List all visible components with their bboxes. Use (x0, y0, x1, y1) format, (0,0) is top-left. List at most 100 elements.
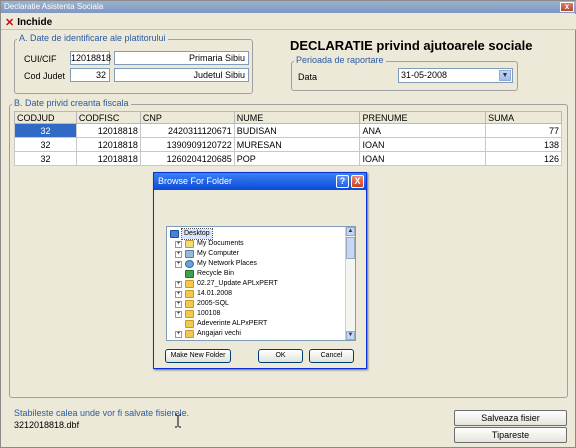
cell-suma[interactable]: 77 (485, 123, 562, 138)
cell-suma[interactable]: 126 (485, 151, 562, 166)
save-path-hint: Stabileste calea unde vor fi salvate fis… (14, 408, 190, 418)
network-icon (185, 260, 194, 268)
expand-icon[interactable]: + (175, 280, 182, 288)
column-header-prenume[interactable]: PRENUME (359, 111, 487, 124)
tree-scrollbar[interactable]: ▲ ▼ (345, 227, 355, 340)
cui-field[interactable]: 12018818 (70, 51, 111, 65)
fiscal-data-legend: B. Date privid creanta fiscala (12, 98, 131, 108)
expand-icon[interactable]: + (175, 250, 182, 258)
payer-identification-legend: A. Date de identificare ale platitorului (17, 33, 168, 43)
expand-icon[interactable]: + (175, 240, 182, 248)
browse-for-folder-dialog: Browse For Folder ? X ▲ ▼ Desktop + My Doc… (153, 172, 367, 369)
close-icon: ✕ (5, 17, 15, 29)
folder-tree-item-label: My Computer (197, 250, 240, 257)
print-button[interactable]: Tipareste (454, 427, 567, 443)
dialog-title: Browse For Folder (158, 176, 233, 186)
cui-name-field[interactable]: Primaria Sibiu (114, 51, 249, 65)
folder-tree[interactable]: ▲ ▼ Desktop + My Documents + My Computer + My … (166, 226, 356, 341)
expand-icon[interactable]: + (175, 310, 182, 318)
cell-prenume[interactable]: IOAN (359, 137, 487, 152)
cell-suma[interactable]: 138 (485, 137, 562, 152)
judet-label: Cod Judet (24, 71, 66, 81)
date-select[interactable]: 31-05-2008 ▼ (398, 68, 513, 83)
folder-tree-item[interactable]: Adeverinte ALPxPERT (175, 319, 267, 329)
folder-tree-item[interactable]: +100108 (175, 309, 220, 319)
date-value: 31-05-2008 (401, 70, 448, 80)
folder-tree-item[interactable]: Recycle Bin (175, 269, 234, 279)
expand-icon[interactable]: + (175, 330, 182, 338)
computer-icon (185, 250, 194, 258)
close-command[interactable]: ✕ Inchide (5, 16, 52, 29)
column-header-codjud[interactable]: CODJUD (14, 111, 77, 124)
expand-icon[interactable]: + (175, 290, 182, 298)
table-row[interactable]: 32 12018818 1390909120722 MURESAN IOAN 1… (14, 137, 562, 152)
folder-tree-item[interactable]: +14.01.2008 (175, 289, 232, 299)
cancel-button[interactable]: Cancel (309, 349, 354, 363)
column-header-codfisc[interactable]: CODFISC (75, 111, 141, 124)
cui-label: CUI/CIF (24, 54, 57, 64)
scroll-thumb[interactable] (346, 237, 355, 259)
folder-tree-item-label: My Network Places (197, 260, 257, 267)
judet-name-field[interactable]: Judetul Sibiu (114, 68, 249, 82)
folder-tree-item-label: Desktop (181, 228, 213, 240)
cell-codjud[interactable]: 32 (14, 151, 77, 166)
folder-tree-item-label: My Documents (197, 240, 244, 247)
save-file-button[interactable]: Salveaza fisier (454, 410, 567, 426)
judet-code-field[interactable]: 32 (70, 68, 110, 82)
cell-nume[interactable]: BUDISAN (233, 123, 361, 138)
make-new-folder-button[interactable]: Make New Folder (165, 349, 231, 363)
folder-tree-item-label: Angajari vechi (197, 330, 241, 337)
fiscal-data-table: CODJUD CODFISC CNP NUME PRENUME SUMA 32 … (14, 111, 562, 166)
main-window: Declaratie Asistenta Sociala x ✕ Inchide… (0, 0, 576, 448)
table-row[interactable]: 32 12018818 1260204120685 POP IOAN 126 (14, 151, 562, 166)
cell-codfisc[interactable]: 12018818 (75, 137, 141, 152)
folder-tree-item[interactable]: +02.27_Update APLxPERT (175, 279, 278, 289)
folder-tree-item[interactable]: + My Documents (175, 239, 244, 249)
scroll-down-icon[interactable]: ▼ (346, 331, 355, 340)
output-filename: 3212018818.dbf (14, 420, 80, 430)
cell-codjud[interactable]: 32 (14, 137, 77, 152)
folder-tree-item-label: 14.01.2008 (197, 290, 233, 297)
cell-cnp[interactable]: 1260204120685 (139, 151, 235, 166)
scroll-up-icon[interactable]: ▲ (346, 227, 355, 236)
cell-prenume[interactable]: IOAN (359, 151, 487, 166)
cell-codfisc[interactable]: 12018818 (75, 151, 141, 166)
documents-icon (185, 240, 194, 248)
folder-icon (185, 320, 194, 328)
window-title: Declaratie Asistenta Sociala (4, 2, 104, 11)
cell-nume[interactable]: POP (233, 151, 361, 166)
folder-tree-item[interactable]: + My Network Places (175, 259, 257, 269)
expand-icon[interactable]: + (175, 300, 182, 308)
folder-icon (185, 280, 194, 288)
page-title: DECLARATIE privind ajutoarele sociale (290, 38, 533, 53)
dialog-titlebar: Browse For Folder ? X (154, 173, 366, 190)
chevron-down-icon[interactable]: ▼ (499, 70, 511, 81)
folder-tree-item[interactable]: +2005-SQL (175, 299, 229, 309)
folder-tree-item[interactable]: + My Computer (175, 249, 239, 259)
column-header-suma[interactable]: SUMA (485, 111, 562, 124)
folder-tree-item[interactable]: + Angajari vechi (175, 329, 241, 339)
cell-prenume[interactable]: ANA (359, 123, 487, 138)
column-header-cnp[interactable]: CNP (139, 111, 235, 124)
window-close-button[interactable]: x (560, 2, 574, 12)
folder-tree-item-label: 02.27_Update APLxPERT (197, 280, 278, 287)
close-icon: X (354, 176, 361, 186)
toolbar: ✕ Inchide (1, 14, 576, 30)
help-button[interactable]: ? (336, 175, 349, 188)
folder-tree-item-label: 100108 (197, 310, 221, 317)
cell-cnp[interactable]: 1390909120722 (139, 137, 235, 152)
folder-tree-item-label: Recycle Bin (197, 270, 234, 277)
cell-cnp[interactable]: 2420311120671 (139, 123, 235, 138)
table-row[interactable]: 32 12018818 2420311120671 BUDISAN ANA 77 (14, 123, 562, 138)
expand-icon[interactable]: + (175, 260, 182, 268)
folder-icon (185, 310, 194, 318)
cell-nume[interactable]: MURESAN (233, 137, 361, 152)
cell-codjud[interactable]: 32 (14, 123, 77, 138)
dialog-close-button[interactable]: X (351, 175, 364, 188)
ok-button[interactable]: OK (258, 349, 303, 363)
folder-tree-item-label: Adeverinte ALPxPERT (197, 320, 268, 327)
column-header-nume[interactable]: NUME (233, 111, 361, 124)
table-header-row: CODJUD CODFISC CNP NUME PRENUME SUMA (14, 111, 562, 124)
folder-tree-item[interactable]: Desktop (170, 228, 213, 240)
cell-codfisc[interactable]: 12018818 (75, 123, 141, 138)
